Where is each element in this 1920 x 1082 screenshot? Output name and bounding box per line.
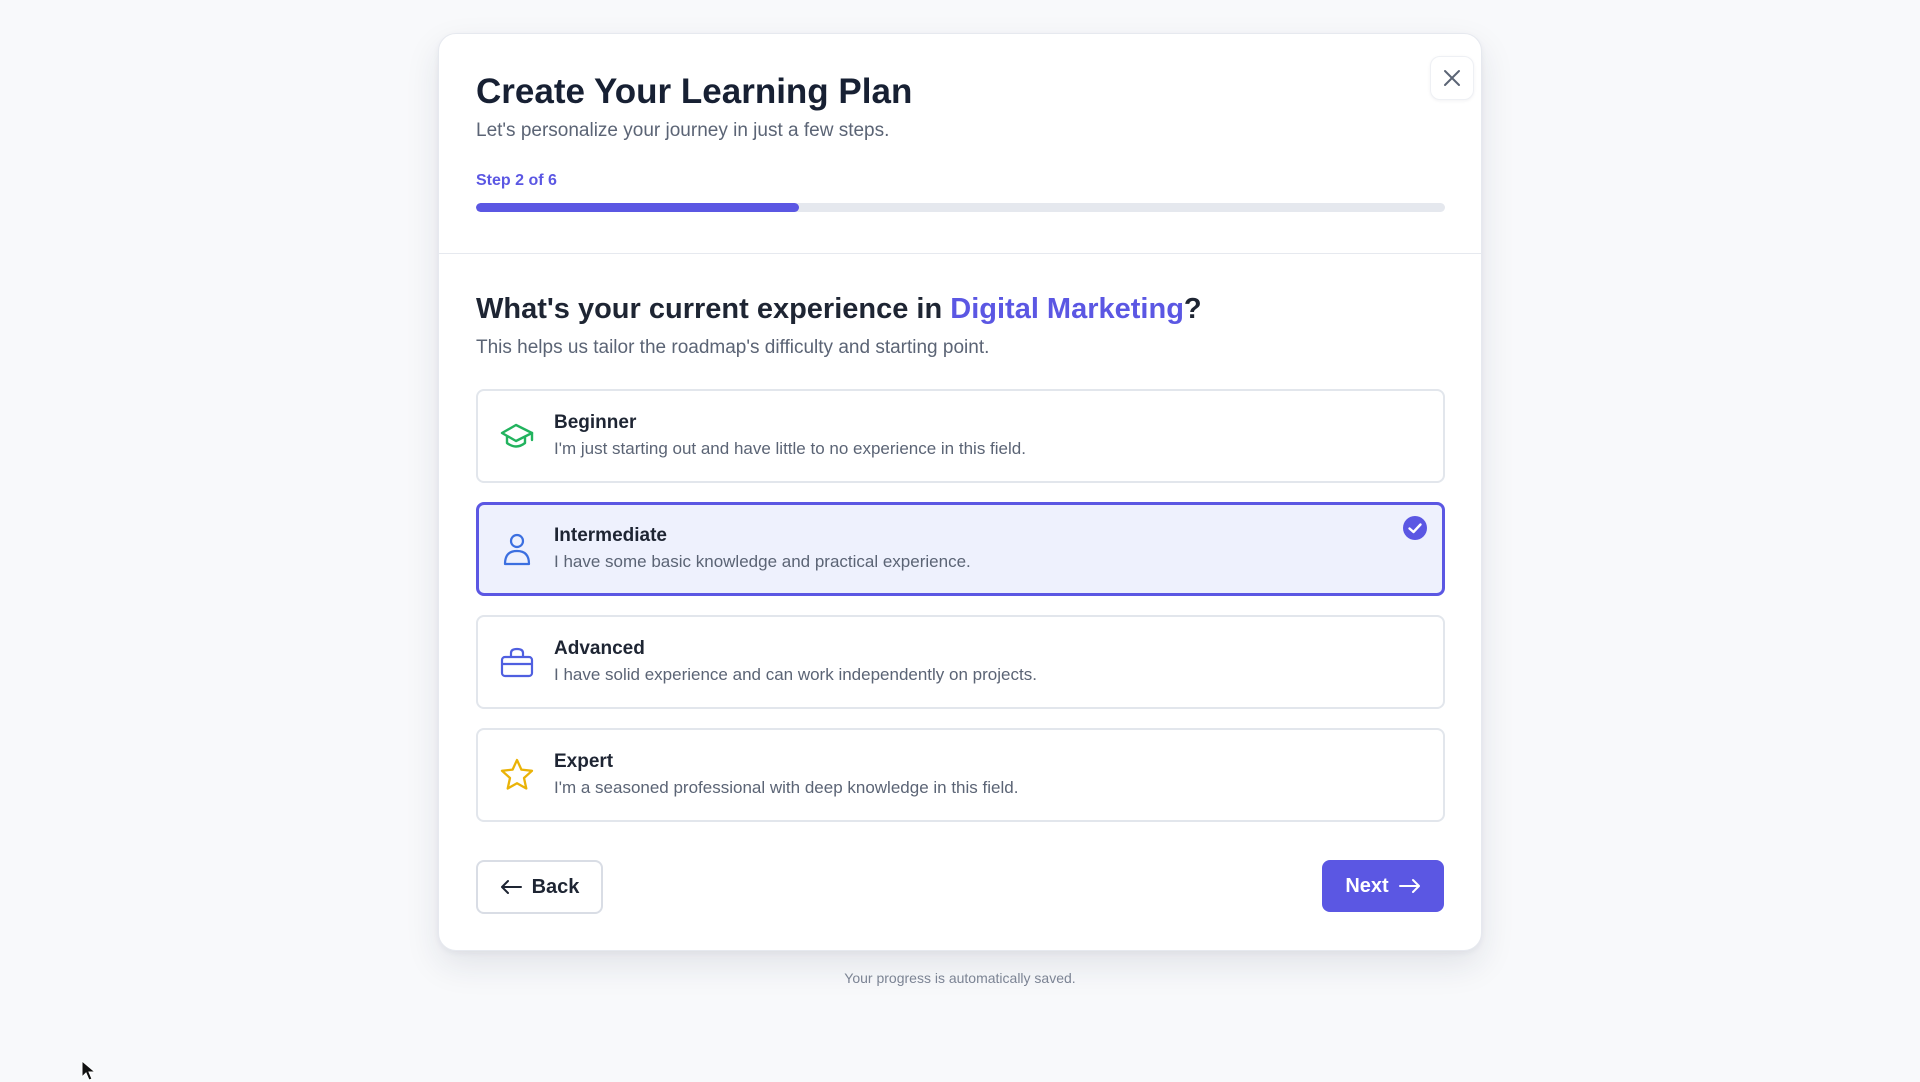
progress-bar (476, 203, 1445, 213)
option-expert[interactable]: Expert I'm a seasoned professional with … (476, 727, 1445, 822)
learning-plan-modal: Create Your Learning Plan Let's personal… (438, 33, 1482, 951)
user-icon (498, 530, 536, 568)
back-button-label: Back (531, 875, 580, 898)
option-title: Advanced (554, 638, 645, 660)
back-button[interactable]: Back (476, 860, 603, 914)
question-title: What's your current experience in Digita… (476, 292, 1444, 327)
modal-header: Create Your Learning Plan Let's personal… (439, 34, 1481, 254)
briefcase-icon (498, 643, 536, 681)
close-button[interactable] (1430, 56, 1474, 100)
progress-bar-fill (476, 203, 799, 213)
option-text: Expert I'm a seasoned professional with … (554, 751, 1018, 798)
step-indicator: Step 2 of 6 (476, 172, 557, 190)
option-description: I'm just starting out and have little to… (554, 439, 1026, 459)
question-prefix: What's your current experience in (476, 293, 951, 325)
arrow-right-icon (1398, 879, 1420, 893)
option-description: I'm a seasoned professional with deep kn… (554, 778, 1019, 798)
check-circle-icon (1403, 515, 1427, 540)
page-subtitle: Let's personalize your journey in just a… (476, 120, 890, 142)
arrow-left-icon (500, 880, 522, 894)
option-advanced[interactable]: Advanced I have solid experience and can… (476, 614, 1445, 709)
page-title: Create Your Learning Plan (476, 72, 913, 111)
graduation-cap-icon (498, 417, 536, 455)
question-help-text: This helps us tailor the roadmap's diffi… (476, 336, 990, 358)
autosave-note: Your progress is automatically saved. (844, 970, 1076, 986)
option-title: Intermediate (554, 525, 667, 547)
next-button-label: Next (1345, 874, 1389, 897)
question-suffix: ? (1183, 293, 1202, 325)
question-topic: Digital Marketing (950, 293, 1184, 325)
modal-body: What's your current experience in Digita… (439, 254, 1481, 822)
modal-actions: Back Next (476, 860, 1444, 914)
star-icon (498, 756, 536, 794)
option-text: Intermediate I have some basic knowledge… (554, 525, 971, 572)
option-text: Beginner I'm just starting out and have … (554, 412, 1026, 459)
experience-options: Beginner I'm just starting out and have … (476, 388, 1445, 822)
option-description: I have some basic knowledge and practica… (554, 552, 971, 572)
option-beginner[interactable]: Beginner I'm just starting out and have … (476, 388, 1445, 483)
option-title: Expert (554, 751, 614, 773)
option-text: Advanced I have solid experience and can… (554, 638, 1037, 685)
option-title: Beginner (554, 412, 637, 434)
next-button[interactable]: Next (1322, 860, 1444, 912)
close-icon (1444, 70, 1460, 86)
mouse-cursor-icon (81, 1060, 97, 1081)
option-intermediate[interactable]: Intermediate I have some basic knowledge… (476, 501, 1445, 596)
option-description: I have solid experience and can work ind… (554, 665, 1037, 685)
